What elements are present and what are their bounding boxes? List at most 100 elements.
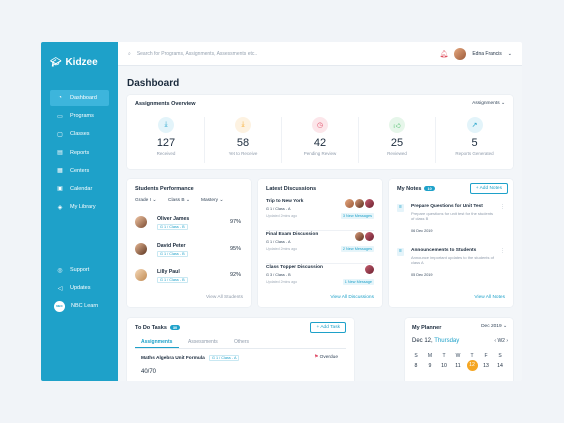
app-logo-text: Kidzee [65,57,98,68]
today-marker: 12 [466,360,478,371]
view-all-discussions-link[interactable]: View All Discussions [330,295,374,300]
avatar[interactable] [454,47,467,60]
tab-assessments[interactable]: Assessments [188,339,218,345]
graduation-cap-icon: 🎓︎ [50,57,62,67]
sidebar-item-centers[interactable]: ▦ Centers [50,163,109,179]
sidebar-item-nbc-learn[interactable]: NBC NBC Learn [50,298,109,314]
avatar [365,265,374,274]
sidebar-item-classes[interactable]: ▢ Classes [50,126,109,142]
megaphone-icon: ◁ [57,285,63,292]
overview-received[interactable]: ⤓ 127 Received [128,117,205,163]
discussion-item[interactable]: Class Topper Discussion G 3 / Class - B … [266,265,374,297]
chevron-right-icon[interactable]: › [506,338,508,344]
add-task-button[interactable]: + Add Task [310,322,346,333]
class-filter[interactable]: Class B ⌄ [168,198,190,203]
discussion-item[interactable]: Final Exam Discussion G 1 / Class - A Up… [266,232,374,264]
search-icon: ⌕ [128,50,131,57]
student-class-tag: G 1 / Class - B [157,277,188,283]
student-row[interactable]: Lilly Paul G 1 / Class - B 92% [135,268,241,288]
calendar-day[interactable]: 11 [451,363,465,369]
chevron-down-icon: ⌄ [184,198,190,203]
overview-pending-review[interactable]: ◷ 42 Pending Review [282,117,359,163]
sidebar-item-updates[interactable]: ◁ Updates [50,280,109,296]
my-notes-card: My Notes 10 + Add Notes ≡ Prepare Questio… [389,179,513,307]
weekday-label: S [498,353,502,359]
user-name[interactable]: Edna Francis [472,51,501,57]
filter-label: Grade I [135,198,151,203]
review-clock-icon: ◷ [312,117,328,133]
app-logo[interactable]: 🎓︎ Kidzee [50,57,98,68]
note-date: 05 Dec 2019 [411,273,433,277]
task-row[interactable]: Maths Algebra Unit Formula G 1 / Class -… [135,354,346,381]
month-label: Dec 2019 [481,324,502,329]
calendar-day[interactable]: 8 [409,363,423,369]
weekday-label: M [427,353,433,359]
bell-icon[interactable]: 🔔︎ [439,50,448,58]
calendar-day[interactable]: 14 [493,363,507,369]
student-avatar [135,243,147,255]
overview-value: 58 [236,137,250,149]
sidebar-item-dashboard[interactable]: ◔ Dashboard [50,90,109,106]
chevron-down-icon[interactable]: ⌄ [508,51,512,57]
student-row[interactable]: David Peter G 1 / Class - B 95% [135,242,241,262]
sidebar-item-label: My Library [70,204,96,211]
discussion-item[interactable]: Trip to New York G 1 / Class - A Updated… [266,199,374,231]
card-title: My Notes 10 [397,186,435,192]
discussion-title: Final Exam Discussion [266,232,319,237]
calendar-day[interactable]: 9 [423,363,437,369]
discussion-updated: Updated 2mins ago [266,280,298,284]
student-score: 92% [229,272,241,278]
sidebar-item-label: Reports [70,149,90,156]
view-all-notes-link[interactable]: View All Notes [474,295,505,300]
new-messages-badge: 1 New Message [342,279,374,285]
participant-avatars [345,199,374,208]
view-all-students-link[interactable]: View All Students [206,295,243,300]
sidebar-item-calendar[interactable]: ▣ Calendar [50,181,109,197]
tab-assignments[interactable]: Assignments [141,339,172,345]
notes-title: My Notes [397,186,422,192]
chevron-down-icon: ⌄ [500,101,505,106]
app-window: 🎓︎ Kidzee ◔ Dashboard ▭ Programs ▢ Class… [41,42,522,381]
chevron-left-icon[interactable]: ‹ [494,338,496,344]
sidebar-item-label: NBC Learn [71,303,99,310]
avatar [365,232,374,241]
mastery-filter[interactable]: Mastery ⌄ [201,198,223,203]
overview-value: 5 [471,137,478,149]
more-options-icon[interactable]: ⋮ [500,248,505,254]
overview-reports-generated[interactable]: ↗ 5 Reports Generated [436,117,513,163]
participant-avatars [355,232,374,241]
more-options-icon[interactable]: ⋮ [500,204,505,210]
card-title: Students Performance [135,186,194,192]
book-icon: ▭ [57,113,63,120]
tab-others[interactable]: Others [234,339,249,345]
student-row[interactable]: Oliver James G 1 / Class - B 97% [135,215,241,235]
avatar [355,199,364,208]
sidebar-item-my-library[interactable]: ◈ My Library [50,199,109,215]
calendar-day[interactable]: 13 [479,363,493,369]
dashboard-icon: ◔ [58,95,62,101]
weekday-label: T [442,353,446,359]
topbar: ⌕ Search for Programs, Assignments, Asse… [118,42,522,66]
todo-count-badge: 30 [169,325,181,331]
calendar-day[interactable]: 10 [437,363,451,369]
filter-label: Assignments [472,101,500,106]
discussion-class: G 1 / Class - A [266,240,291,244]
avatar [345,199,354,208]
sidebar-item-support[interactable]: ◎ Support [50,262,109,278]
month-selector[interactable]: Dec 2019 ⌄ [481,324,507,329]
chevron-down-icon: ⌄ [501,324,507,329]
grade-filter[interactable]: Grade I ⌄ [135,198,156,203]
sidebar-item-programs[interactable]: ▭ Programs [50,108,109,124]
calendar-day[interactable]: 12 [465,360,479,371]
sidebar-item-reports[interactable]: ▤ Reports [50,145,109,161]
chevron-down-icon: ⌄ [218,198,224,203]
avatar [365,199,374,208]
assignments-filter[interactable]: Assignments ⌄ [472,101,505,106]
sidebar: 🎓︎ Kidzee ◔ Dashboard ▭ Programs ▢ Class… [41,42,118,381]
card-title: Assignments Overview [135,101,196,107]
add-notes-button[interactable]: + Add Notes [469,183,508,194]
search-bar[interactable]: ⌕ Search for Programs, Assignments, Asse… [128,51,439,57]
overview-yet-to-receive[interactable]: ⤓ 58 Yet to Receive [205,117,282,163]
overview-reviewed[interactable]: 👍︎ 25 Reviewed [359,117,436,163]
search-input[interactable]: Search for Programs, Assignments, Assess… [137,51,257,57]
